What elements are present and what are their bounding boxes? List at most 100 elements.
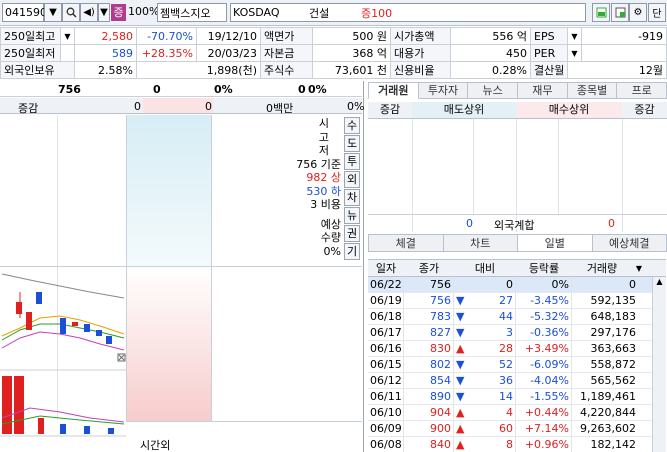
side-tab-6[interactable]: 뉴 — [344, 207, 360, 224]
link-icon[interactable] — [611, 3, 629, 22]
tab-trades[interactable]: 체결 — [368, 234, 444, 252]
header-top-buy: 매수상위 — [516, 102, 622, 118]
value-shares: 73,601 천 — [312, 61, 391, 79]
row-close: 840 — [404, 437, 454, 452]
tab-investor[interactable]: 투자자 — [418, 82, 469, 99]
side-tab-5[interactable]: 차 — [344, 189, 360, 206]
header-rate: 등락률 — [528, 262, 560, 275]
tab-finance[interactable]: 재무 — [518, 82, 568, 99]
header-volume: 거래량 — [586, 262, 618, 275]
expected-qty-label: 수량 — [320, 231, 341, 244]
daily-scrollbar[interactable]: ▲ — [652, 277, 666, 452]
row-diff: ▲ 8 — [454, 437, 516, 452]
market-label: KOSDAQ — [233, 6, 280, 19]
broker-panel: 거래원 투자자 뉴스 재무 종목별 프로 증감 매도상위 매수상위 증감 0 외… — [368, 82, 667, 232]
row-rate: -1.55% — [516, 389, 572, 404]
side-tab-8[interactable]: 기 — [344, 243, 360, 260]
row-rate: -3.45% — [516, 293, 572, 308]
row-rate-value: -6.09% — [530, 358, 569, 371]
row-diff: ▲ 60 — [454, 421, 516, 436]
eps-dropdown-icon[interactable]: ▼ — [567, 27, 582, 45]
speaker-dropdown-icon[interactable]: ▼ — [98, 3, 110, 22]
side-tab-1[interactable]: 수 — [344, 117, 360, 134]
row-volume: 592,135 — [572, 293, 638, 308]
tab-expected[interactable]: 예상체결 — [592, 234, 667, 252]
broker-col-2 — [473, 119, 474, 214]
rate-250-low: +28.35% — [136, 44, 197, 62]
tab-daily[interactable]: 일별 — [518, 234, 593, 252]
stock-code-input[interactable]: 041590 — [2, 3, 47, 22]
table-row[interactable]: 06/17 827 ▼ 3 -0.36% 297,176 — [368, 325, 652, 341]
expected-label: 예상 — [320, 217, 341, 231]
header-change: 증감 — [18, 102, 39, 115]
dropdown-icon[interactable]: ▼ — [60, 27, 75, 45]
search-icon[interactable] — [62, 3, 80, 22]
speaker-icon[interactable]: ◀) — [80, 3, 98, 22]
table-row[interactable]: 06/22 756 0 0% 0 — [368, 277, 652, 293]
single-mode-button[interactable]: 단 — [648, 3, 666, 22]
tab-program[interactable]: 프로 — [617, 82, 667, 99]
stock-info-table: 250일최고 ▼ 2,580 -70.70% 19/12/10 액면가 500 … — [0, 27, 667, 79]
row-rate: +0.96% — [516, 437, 572, 452]
volume-rate: 0% — [308, 83, 327, 96]
table-row[interactable]: 06/08 840 ▲ 8 +0.96% 182,142 — [368, 437, 652, 452]
table-row[interactable]: 06/09 900 ▲ 60 +7.14% 9,263,602 — [368, 421, 652, 437]
value-250-low: 589 — [74, 44, 137, 62]
tab-chart[interactable]: 차트 — [443, 234, 518, 252]
table-row[interactable]: 06/18 783 ▼ 44 -5.32% 648,183 — [368, 309, 652, 325]
gear-icon[interactable]: ⚙ — [629, 3, 647, 22]
scroll-up-icon[interactable]: ▲ — [653, 277, 666, 286]
tab-news[interactable]: 뉴스 — [468, 82, 519, 99]
mini-chart — [0, 273, 126, 437]
side-tab-3[interactable]: 투 — [344, 153, 360, 170]
row-close-value: 854 — [430, 374, 451, 387]
header-amount: 0백만 — [266, 102, 294, 115]
base-price: 756 기준 — [296, 157, 341, 171]
volume: 0 — [298, 83, 306, 96]
table-row[interactable]: 06/10 904 ▲ 4 +0.44% 4,220,844 — [368, 405, 652, 421]
down-arrow-icon: ▼ — [456, 326, 465, 339]
tab-broker[interactable]: 거래원 — [368, 82, 419, 99]
row-diff-value: 0 — [506, 278, 513, 291]
cost: 3 비용 — [310, 198, 341, 211]
table-row[interactable]: 06/12 854 ▼ 36 -4.04% 565,562 — [368, 373, 652, 389]
table-row[interactable]: 06/16 830 ▲ 28 +3.49% 363,663 — [368, 341, 652, 357]
row-diff-value: 27 — [499, 294, 513, 307]
row-close: 900 — [404, 421, 454, 436]
row-date-value: 06/11 — [370, 390, 402, 403]
row-diff: ▼ 27 — [454, 293, 516, 308]
row-close: 854 — [404, 373, 454, 388]
table-row[interactable]: 06/19 756 ▼ 27 -3.45% 592,135 — [368, 293, 652, 309]
mid-divider — [0, 266, 362, 267]
date-250-low: 20/03/23 — [196, 44, 261, 62]
side-tab-7[interactable]: 권 — [344, 225, 360, 242]
row-volume: 4,220,844 — [572, 405, 638, 420]
row-diff: ▼ 3 — [454, 325, 516, 340]
window-icon[interactable] — [592, 3, 610, 22]
stock-name-field[interactable]: 젬백스지오 — [157, 3, 227, 22]
row-volume-value: 565,562 — [590, 374, 637, 387]
row-volume-value: 297,176 — [590, 326, 637, 339]
rate-250-high: -70.70% — [136, 27, 197, 45]
header-bid-bg — [143, 98, 213, 113]
row-diff: ▼ 52 — [454, 357, 516, 372]
code-dropdown-button[interactable]: ▼ — [44, 3, 62, 22]
side-tab-4[interactable]: 외 — [344, 171, 360, 188]
row-date-value: 06/15 — [370, 358, 402, 371]
volume-dropdown-icon[interactable]: ▼ — [632, 260, 646, 276]
row-date-value: 06/09 — [370, 422, 402, 435]
label-open: 시 — [318, 117, 329, 130]
row-close-value: 890 — [430, 390, 451, 403]
bottom-divider — [126, 421, 362, 422]
table-row[interactable]: 06/15 802 ▼ 52 -6.09% 558,872 — [368, 357, 652, 373]
table-row[interactable]: 06/11 890 ▼ 14 -1.55% 1,189,461 — [368, 389, 652, 405]
side-tab-2[interactable]: 도 — [344, 135, 360, 152]
row-diff-value: 52 — [499, 358, 513, 371]
row-volume-value: 9,263,602 — [580, 422, 636, 435]
tab-by-stock[interactable]: 종목별 — [567, 82, 618, 99]
per-dropdown-icon[interactable]: ▼ — [567, 44, 582, 62]
sector-label: 건설 — [309, 6, 330, 20]
row-date-value: 06/19 — [370, 294, 402, 307]
pct-label: 100% — [128, 5, 160, 18]
row-date: 06/19 — [368, 293, 404, 308]
